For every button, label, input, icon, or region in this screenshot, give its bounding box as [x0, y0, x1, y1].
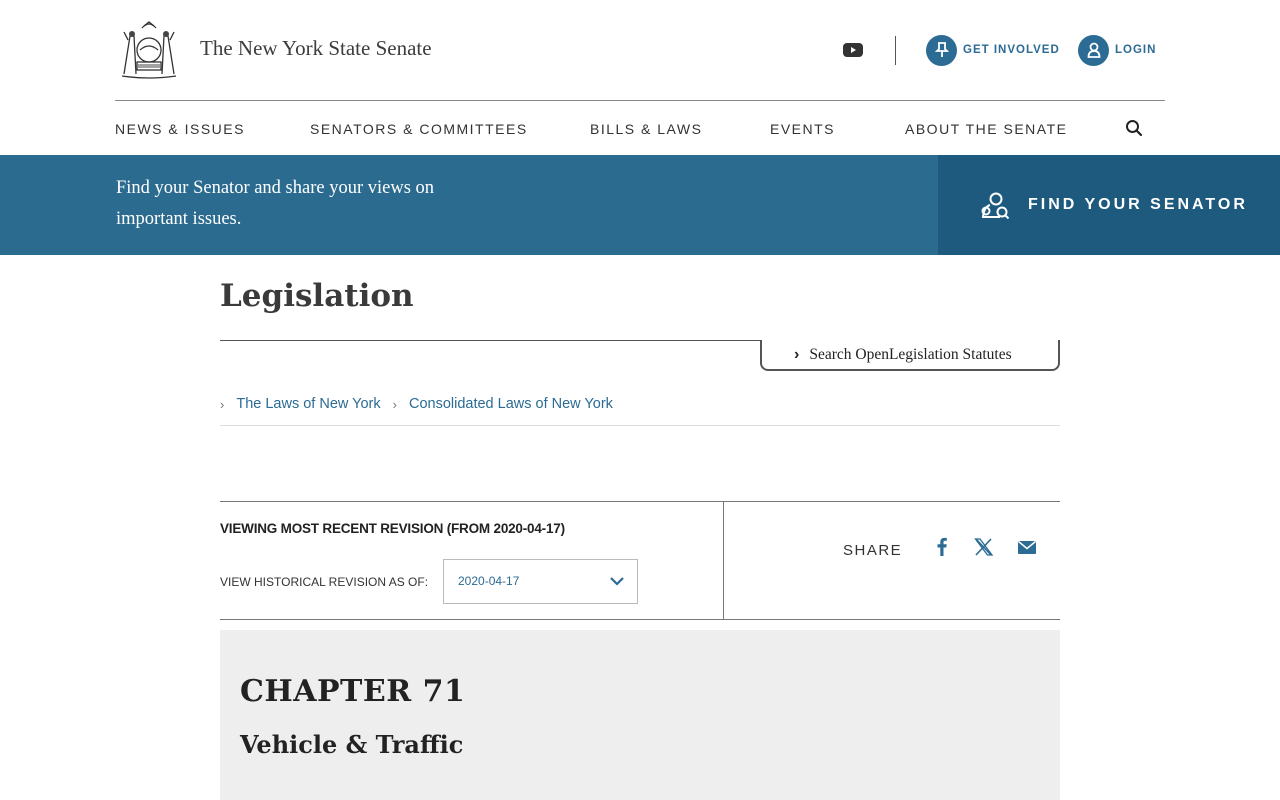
- breadcrumb-rule: [220, 425, 1060, 426]
- chapter-name: Vehicle & Traffic: [240, 730, 464, 759]
- revision-panel: VIEWING MOST RECENT REVISION (FROM 2020-…: [220, 501, 1060, 620]
- search-openlegislation-statutes-button[interactable]: › Search OpenLegislation Statutes: [760, 340, 1060, 371]
- nav-about-senate[interactable]: ABOUT THE SENATE: [905, 121, 1067, 137]
- login-label: LOGIN: [1115, 44, 1157, 56]
- nav-senators-committees[interactable]: SENATORS & COMMITTEES: [310, 121, 528, 137]
- find-your-senator-button[interactable]: FIND YOUR SENATOR: [938, 155, 1280, 255]
- chevron-down-icon: [610, 577, 624, 586]
- pushpin-icon: [926, 34, 957, 66]
- nav-events[interactable]: EVENTS: [770, 121, 835, 137]
- breadcrumb-consolidated-laws[interactable]: Consolidated Laws of New York: [409, 396, 613, 412]
- revision-date-select[interactable]: 2020-04-17: [443, 559, 638, 604]
- get-involved-button[interactable]: GET INVOLVED: [926, 34, 1060, 66]
- revision-title: VIEWING MOST RECENT REVISION (FROM 2020-…: [220, 521, 565, 536]
- nav-bills-laws[interactable]: BILLS & LAWS: [590, 121, 702, 137]
- chapter-panel: CHAPTER 71 Vehicle & Traffic: [220, 630, 1060, 800]
- search-openlegislation-label: Search OpenLegislation Statutes: [809, 345, 1012, 363]
- nav-news-issues[interactable]: NEWS & ISSUES: [115, 121, 245, 137]
- find-senator-icon: [981, 192, 1010, 219]
- facebook-icon[interactable]: [931, 536, 953, 558]
- get-involved-label: GET INVOLVED: [963, 44, 1060, 56]
- find-your-senator-label: FIND YOUR SENATOR: [1028, 196, 1248, 213]
- site-title[interactable]: The New York State Senate: [200, 36, 432, 61]
- ny-state-seal-icon[interactable]: [116, 18, 182, 80]
- chevron-right-icon: ›: [392, 396, 397, 412]
- search-icon[interactable]: [1125, 119, 1143, 137]
- breadcrumb-laws-of-new-york[interactable]: The Laws of New York: [236, 396, 380, 412]
- historical-revision-label: VIEW HISTORICAL REVISION AS OF:: [220, 575, 429, 589]
- banner-text: Find your Senator and share your views o…: [116, 178, 435, 229]
- site-header: The New York State Senate GET INVOLVED L…: [0, 0, 1280, 100]
- lock-user-icon: [1078, 34, 1109, 66]
- x-twitter-icon[interactable]: [973, 536, 995, 558]
- login-button[interactable]: LOGIN: [1078, 34, 1156, 66]
- chapter-number: CHAPTER 71: [240, 674, 466, 709]
- revision-divider: [723, 502, 724, 620]
- chevron-right-icon: ›: [794, 345, 800, 363]
- breadcrumb: › The Laws of New York › Consolidated La…: [220, 394, 625, 414]
- main-nav: NEWS & ISSUES SENATORS & COMMITTEES BILL…: [115, 100, 1165, 155]
- find-senator-banner: Find your Senator and share your views o…: [0, 155, 1280, 255]
- share-label: SHARE: [843, 542, 903, 559]
- revision-date-value: 2020-04-17: [458, 574, 520, 588]
- youtube-icon[interactable]: [843, 42, 863, 58]
- email-icon[interactable]: [1016, 536, 1038, 558]
- page-title: Legislation: [220, 278, 414, 314]
- chevron-right-icon: ›: [220, 396, 225, 412]
- header-divider: [895, 36, 896, 65]
